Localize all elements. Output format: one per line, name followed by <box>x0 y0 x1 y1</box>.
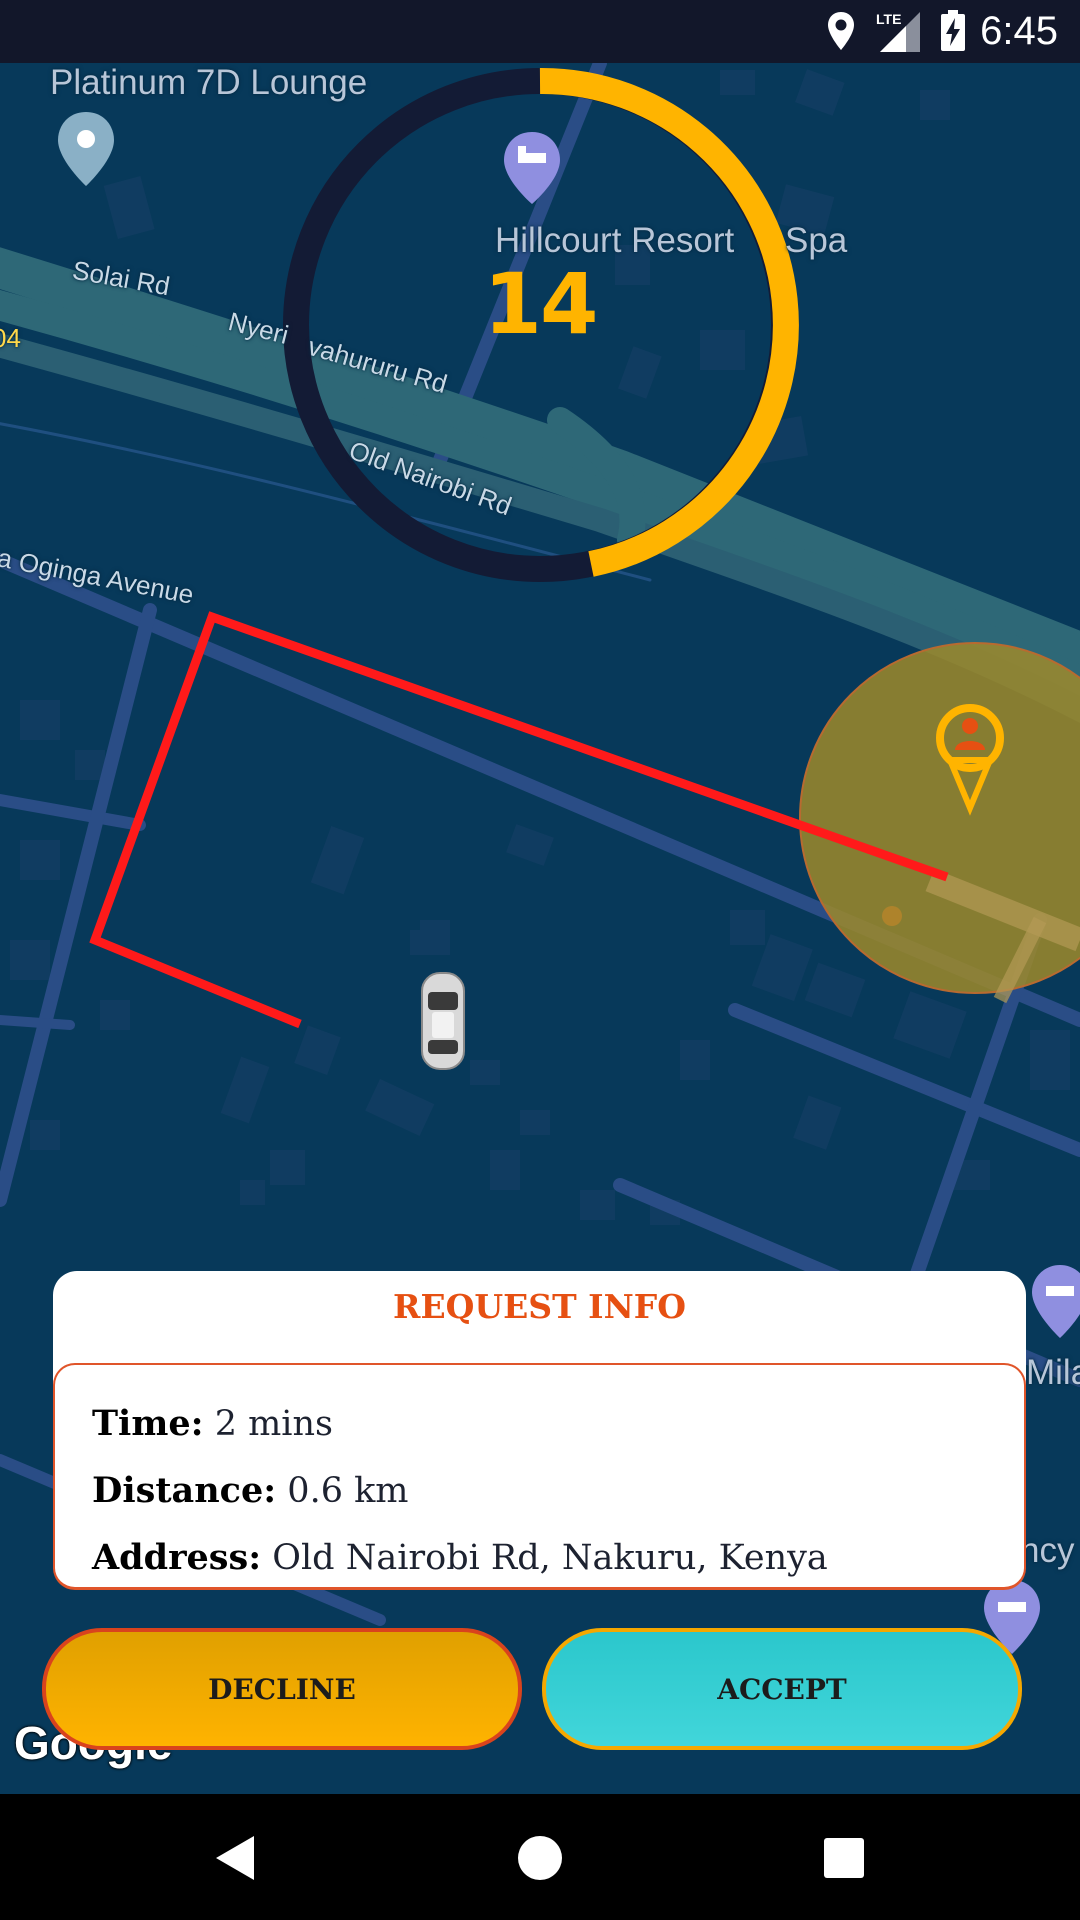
poi-label-lounge: Platinum 7D Lounge <box>50 63 368 102</box>
lte-signal-icon: LTE <box>876 11 920 52</box>
request-info-title: REQUEST INFO <box>393 1287 686 1326</box>
home-icon[interactable] <box>514 1832 566 1884</box>
request-info-details: Time: 2 mins Distance: 0.6 km Address: O… <box>53 1363 1026 1590</box>
status-bar: LTE 6:45 <box>0 0 1080 63</box>
address-row: Address: Old Nairobi Rd, Nakuru, Kenya <box>92 1537 828 1578</box>
location-icon <box>828 12 854 50</box>
time-value: 2 mins <box>214 1404 333 1444</box>
address-value: Old Nairobi Rd, Nakuru, Kenya <box>272 1538 828 1578</box>
distance-row: Distance: 0.6 km <box>92 1470 408 1511</box>
time-row: Time: 2 mins <box>92 1403 333 1444</box>
car-icon <box>421 972 465 1070</box>
svg-text:LTE: LTE <box>876 11 901 27</box>
recents-icon[interactable] <box>818 1832 870 1884</box>
request-info-card: REQUEST INFO Time: 2 mins Distance: 0.6 … <box>53 1271 1026 1590</box>
decline-button[interactable]: DECLINE <box>42 1628 522 1750</box>
hotel-pin-icon <box>1032 1265 1080 1338</box>
poi-label-ncy: ncy <box>1020 1531 1075 1570</box>
distance-value: 0.6 km <box>287 1471 409 1511</box>
battery-charging-icon <box>941 10 965 51</box>
poi-label-spa: Spa <box>785 221 848 260</box>
countdown-timer: 14 <box>483 255 599 353</box>
system-nav-bar <box>0 1794 1080 1920</box>
distance-label: Distance: <box>92 1470 277 1511</box>
time-label: Time: <box>92 1403 204 1444</box>
clock-time: 6:45 <box>980 9 1058 53</box>
address-label: Address: <box>92 1537 262 1578</box>
road-label-edge-number: 04 <box>0 323 21 353</box>
accept-button[interactable]: ACCEPT <box>542 1628 1022 1750</box>
pickup-geofence <box>799 642 1080 994</box>
back-icon[interactable] <box>210 1832 262 1884</box>
poi-label-mila: Mila <box>1026 1353 1080 1392</box>
pin-icon <box>58 112 114 186</box>
